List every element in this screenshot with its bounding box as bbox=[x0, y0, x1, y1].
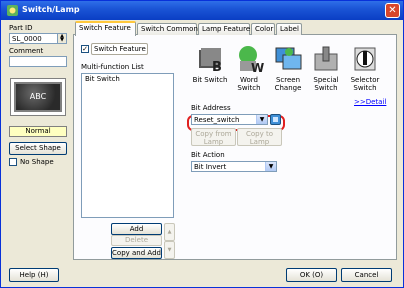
chevron-down-icon[interactable]: ▼ bbox=[256, 115, 267, 124]
bit-switch-label: Bit Switch bbox=[192, 76, 228, 84]
copy-and-add-button[interactable]: Copy and Add bbox=[111, 247, 162, 259]
selector-switch-icon[interactable] bbox=[350, 44, 380, 74]
copy-from-lamp-button[interactable]: Copy from Lamp bbox=[191, 128, 236, 146]
screen-change-label: Screen Change bbox=[274, 76, 302, 92]
svg-text:B: B bbox=[212, 60, 222, 74]
arrow-down-icon: ▼ bbox=[167, 247, 172, 253]
comment-label: Comment bbox=[9, 47, 44, 55]
app-icon bbox=[7, 5, 18, 16]
address-input-button[interactable] bbox=[270, 114, 281, 125]
lamp-preview: ABC bbox=[14, 82, 62, 112]
special-switch-label: Special Switch bbox=[313, 76, 339, 92]
tab-switch-common[interactable]: Switch Common bbox=[137, 23, 198, 35]
bit-switch-icon[interactable]: B bbox=[195, 44, 225, 74]
part-id-field[interactable]: SL_0000 ▲ ▼ bbox=[9, 33, 67, 44]
word-switch-label: Word Switch bbox=[237, 76, 261, 92]
arrow-up-icon: ▲ bbox=[167, 229, 172, 235]
delete-button[interactable]: Delete bbox=[111, 235, 162, 246]
part-id-spinner[interactable]: ▲ ▼ bbox=[57, 34, 66, 43]
no-shape-checkbox[interactable] bbox=[9, 158, 17, 166]
bit-action-value: Bit Invert bbox=[194, 163, 227, 171]
multi-function-list[interactable]: Bit Switch bbox=[81, 73, 174, 218]
part-id-label: Part ID bbox=[9, 24, 33, 32]
select-shape-button[interactable]: Select Shape bbox=[9, 142, 67, 155]
copy-to-lamp-button[interactable]: Copy to Lamp bbox=[237, 128, 282, 146]
close-icon: ✕ bbox=[388, 5, 397, 16]
close-button[interactable]: ✕ bbox=[385, 3, 400, 18]
word-switch-icon[interactable]: W bbox=[234, 44, 264, 74]
switch-feature-checkbox[interactable]: ✓ bbox=[81, 45, 89, 53]
tab-switch-feature[interactable]: Switch Feature bbox=[75, 21, 136, 36]
svg-text:W: W bbox=[251, 61, 264, 74]
bit-address-select[interactable]: Reset_switch ▼ bbox=[191, 114, 268, 125]
help-button[interactable]: Help (H) bbox=[9, 268, 59, 282]
screen-change-icon[interactable] bbox=[273, 44, 303, 74]
tab-label[interactable]: Label bbox=[276, 23, 302, 35]
cancel-button[interactable]: Cancel bbox=[341, 268, 392, 282]
bit-action-label: Bit Action bbox=[191, 151, 225, 159]
move-up-button[interactable]: ▲ bbox=[164, 223, 175, 241]
window-title: Switch/Lamp bbox=[22, 5, 80, 14]
list-label: Multi-function List bbox=[81, 63, 144, 71]
switch-lamp-dialog: Switch/Lamp ✕ Part ID SL_0000 ▲ ▼ Comment… bbox=[0, 0, 404, 288]
selector-switch-label: Selector Switch bbox=[350, 76, 380, 92]
shape-preview: ABC bbox=[10, 78, 66, 116]
tab-lamp-feature[interactable]: Lamp Feature bbox=[198, 23, 250, 35]
ok-button[interactable]: OK (O) bbox=[286, 268, 337, 282]
no-shape-label: No Shape bbox=[20, 158, 54, 166]
bit-action-select[interactable]: Bit Invert ▼ bbox=[191, 161, 277, 172]
move-down-button[interactable]: ▼ bbox=[164, 241, 175, 259]
special-switch-icon[interactable] bbox=[311, 44, 341, 74]
tab-color[interactable]: Color bbox=[251, 23, 275, 35]
list-item[interactable]: Bit Switch bbox=[85, 75, 120, 83]
keypad-icon bbox=[273, 117, 278, 122]
title-bar: Switch/Lamp ✕ bbox=[1, 1, 403, 20]
switch-feature-label: Switch Feature bbox=[91, 43, 148, 55]
add-button[interactable]: Add bbox=[111, 223, 162, 235]
bit-address-label: Bit Address bbox=[191, 104, 231, 112]
bit-address-value: Reset_switch bbox=[194, 116, 240, 124]
state-indicator: Normal bbox=[9, 126, 67, 137]
part-id-value: SL_0000 bbox=[12, 35, 42, 43]
comment-field[interactable] bbox=[9, 56, 67, 67]
detail-link[interactable]: >>Detail bbox=[354, 98, 386, 106]
chevron-down-icon[interactable]: ▼ bbox=[265, 162, 276, 171]
